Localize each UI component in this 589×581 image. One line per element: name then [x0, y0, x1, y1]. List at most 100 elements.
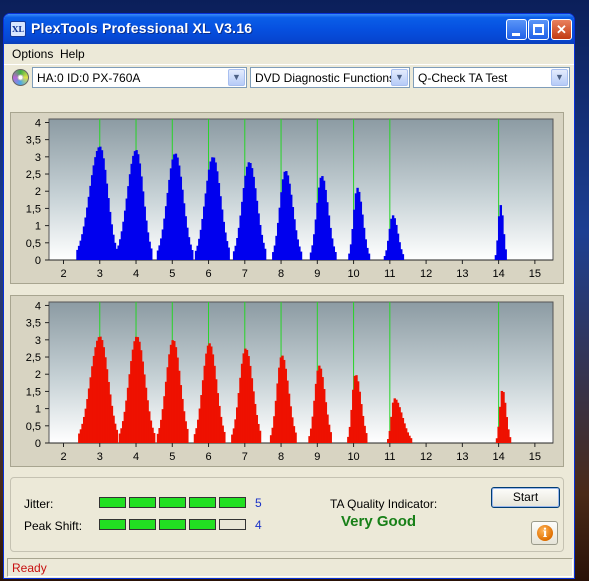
meter-segment	[189, 519, 216, 530]
test-select[interactable]: Q-Check TA Test ▼	[413, 67, 570, 88]
x-tick-label: 7	[242, 268, 248, 280]
quality-panel: Jitter: 5 Peak Shift: 4 TA Quality Indic…	[10, 477, 564, 552]
ta-quality-label: TA Quality Indicator:	[330, 497, 438, 511]
bar	[367, 253, 371, 260]
y-tick-label: 1,5	[26, 386, 41, 398]
jitter-meter	[99, 497, 250, 508]
menu-options[interactable]: Options	[12, 47, 53, 61]
x-tick-label: 6	[205, 268, 211, 280]
x-tick-label: 6	[205, 451, 211, 463]
x-tick-label: 14	[492, 268, 504, 280]
meter-segment	[159, 519, 186, 530]
start-button[interactable]: Start	[491, 487, 560, 508]
meter-segment	[99, 497, 126, 508]
chevron-down-icon[interactable]: ▼	[551, 69, 568, 86]
function-select-value: DVD Diagnostic Functions	[255, 71, 396, 85]
y-tick-label: 3	[35, 152, 41, 164]
bar	[223, 431, 226, 443]
maximize-icon	[533, 24, 544, 35]
bar	[329, 432, 332, 443]
bar	[258, 430, 262, 443]
menu-help[interactable]: Help	[60, 47, 85, 61]
bar	[409, 438, 413, 443]
disc-drive-icon	[12, 69, 29, 86]
test-select-value: Q-Check TA Test	[418, 71, 508, 85]
x-tick-label: 8	[278, 451, 284, 463]
meter-segment	[159, 497, 186, 508]
x-tick-label: 15	[529, 268, 541, 280]
y-tick-label: 2,5	[26, 169, 41, 181]
meter-segment	[129, 497, 156, 508]
info-button[interactable]: i	[531, 521, 558, 545]
bar	[191, 250, 194, 260]
bottom-chart: 0 0,5 1 1,5 2 2,5 3 3,5 4 2 3 4 5 6 7 8 9 10 11 12 13 14 15	[26, 300, 554, 463]
x-tick-label: 3	[97, 268, 103, 280]
x-tick-label: 9	[314, 451, 320, 463]
x-tick-label: 13	[456, 451, 468, 463]
bar	[365, 433, 368, 443]
y-tick-label: 2	[35, 186, 41, 198]
function-select[interactable]: DVD Diagnostic Functions ▼	[250, 67, 410, 88]
drive-select-value: HA:0 ID:0 PX-760A	[37, 71, 141, 85]
minimize-button[interactable]	[506, 19, 527, 40]
bar	[508, 437, 512, 443]
y-tick-label: 0	[35, 255, 41, 267]
app-icon: XL	[10, 21, 26, 37]
x-tick-label: 8	[278, 268, 284, 280]
window-title: PlexTools Professional XL V3.16	[31, 20, 253, 36]
jitter-label: Jitter:	[24, 497, 54, 511]
meter-segment	[189, 497, 216, 508]
top-chart: 0 0,5 1 1,5 2 2,5 3 3,5 4 2 3 4 5 6 7 8 9 10 11 12 13 14 15	[26, 117, 554, 280]
drive-select[interactable]: HA:0 ID:0 PX-760A ▼	[32, 67, 247, 88]
y-tick-label: 1	[35, 404, 41, 416]
y-tick-label: 4	[35, 300, 41, 312]
x-tick-label: 2	[60, 451, 66, 463]
close-button[interactable]: ✕	[551, 19, 572, 40]
chevron-down-icon[interactable]: ▼	[391, 69, 408, 86]
x-tick-label: 5	[169, 451, 175, 463]
meter-segment	[219, 497, 246, 508]
bar	[227, 247, 230, 260]
x-tick-label: 7	[242, 451, 248, 463]
x-tick-label: 10	[347, 268, 359, 280]
x-tick-label: 14	[492, 451, 504, 463]
x-tick-label: 9	[314, 268, 320, 280]
ta-quality-value: Very Good	[341, 513, 417, 530]
bar	[294, 432, 297, 443]
maximize-button[interactable]	[528, 19, 549, 40]
y-tick-label: 3	[35, 335, 41, 347]
x-tick-label: 12	[420, 451, 432, 463]
y-tick-label: 3,5	[26, 318, 41, 330]
x-tick-label: 15	[529, 451, 541, 463]
peak-shift-value: 4	[255, 518, 262, 532]
meter-segment	[99, 519, 126, 530]
bar	[401, 254, 405, 260]
bottom-chart-panel: 0 0,5 1 1,5 2 2,5 3 3,5 4 2 3 4 5 6 7 8 9 10 11 12 13 14 15	[10, 295, 564, 467]
status-text: Ready	[12, 561, 47, 575]
jitter-value: 5	[255, 496, 262, 510]
peak-shift-label: Peak Shift:	[24, 519, 83, 533]
x-tick-label: 13	[456, 268, 468, 280]
bar	[334, 252, 337, 260]
chevron-down-icon[interactable]: ▼	[228, 69, 245, 86]
y-tick-label: 0	[35, 438, 41, 450]
menu-bar: Options Help	[4, 44, 574, 64]
bar	[186, 428, 189, 443]
meter-segment	[219, 519, 246, 530]
x-tick-label: 4	[133, 268, 139, 280]
top-chart-panel: 0 0,5 1 1,5 2 2,5 3 3,5 4 2 3 4 5 6 7 8 9 10 11 12 13 14 15	[10, 112, 564, 284]
bar	[150, 248, 153, 260]
status-bar: Ready	[7, 558, 573, 577]
y-tick-label: 1	[35, 221, 41, 233]
toolbar: HA:0 ID:0 PX-760A ▼ DVD Diagnostic Funct…	[4, 64, 574, 90]
y-tick-label: 1,5	[26, 203, 41, 215]
bar	[504, 249, 507, 260]
y-tick-label: 0,5	[26, 238, 41, 250]
title-bar[interactable]: XL PlexTools Professional XL V3.16 ✕	[4, 14, 574, 44]
x-tick-label: 11	[384, 451, 395, 463]
main-window: XL PlexTools Professional XL V3.16 ✕ Opt…	[3, 13, 575, 579]
x-tick-label: 2	[60, 268, 66, 280]
y-tick-label: 3,5	[26, 135, 41, 147]
y-tick-label: 4	[35, 117, 41, 129]
info-icon: i	[537, 525, 553, 541]
